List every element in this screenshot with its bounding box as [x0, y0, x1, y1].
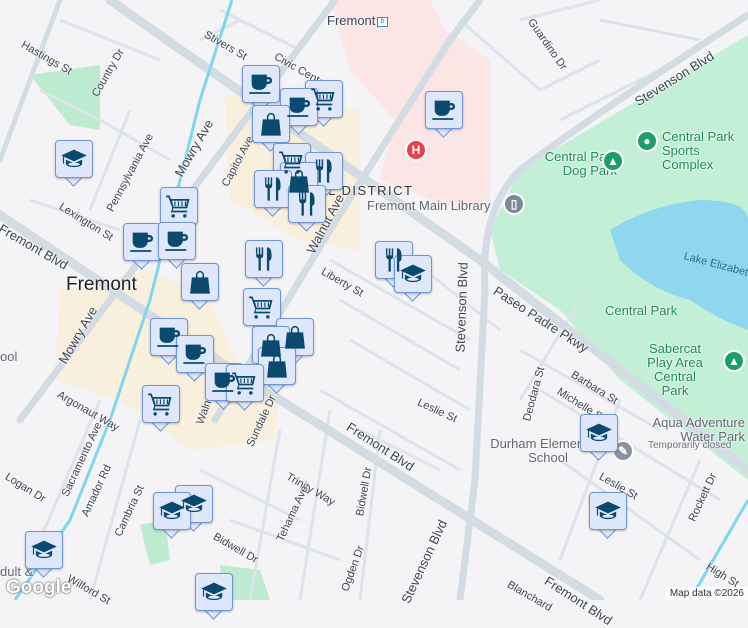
coffee-cup-icon — [247, 70, 275, 98]
map-attribution[interactable]: Map data ©2026 — [665, 587, 748, 600]
school-marker[interactable] — [153, 492, 191, 539]
coffee-cup-icon — [430, 96, 458, 124]
school-marker[interactable] — [580, 414, 618, 461]
aqua-status: Temporarily closed — [648, 440, 732, 451]
shopping-cart-icon — [147, 390, 175, 418]
city-label: Fremont — [66, 274, 137, 295]
cafe-marker[interactable] — [158, 222, 196, 269]
place-pin-icon[interactable]: ● — [636, 130, 658, 152]
restaurant-marker[interactable] — [288, 185, 326, 232]
shopping-bag-icon — [186, 268, 214, 296]
cafe-marker[interactable] — [123, 223, 161, 270]
train-station-icon[interactable]: b — [377, 17, 388, 27]
school-marker[interactable] — [55, 140, 93, 187]
shopping-cart-icon — [310, 85, 338, 113]
tree-icon[interactable]: ▲ — [723, 350, 745, 372]
shopping-bag-icon — [263, 352, 291, 380]
school-marker[interactable] — [195, 573, 233, 620]
coffee-cup-icon — [128, 228, 156, 256]
street-label: Stevenson Blvd — [452, 261, 471, 353]
grocery-marker[interactable] — [226, 364, 264, 411]
map-canvas[interactable] — [0, 0, 748, 600]
graduation-cap-icon — [399, 260, 427, 288]
cafe-marker[interactable] — [425, 91, 463, 138]
shopping-cart-icon — [231, 369, 259, 397]
coffee-cup-icon — [181, 340, 209, 368]
coffee-cup-icon — [163, 227, 191, 255]
school-label-partial: ool — [0, 349, 18, 364]
shopping-cart-icon — [165, 192, 193, 220]
station-label[interactable]: Fremont — [327, 14, 375, 28]
hospital-icon[interactable]: H — [405, 139, 427, 161]
shopping-cart-icon — [248, 293, 276, 321]
graduation-cap-icon — [60, 145, 88, 173]
library-label[interactable]: Fremont Main Library — [367, 199, 491, 213]
coffee-cup-icon — [285, 93, 313, 121]
restaurant-marker[interactable] — [245, 240, 283, 287]
school-marker[interactable] — [589, 492, 627, 539]
fork-knife-icon — [310, 157, 338, 185]
school-marker[interactable] — [394, 255, 432, 302]
school-marker[interactable] — [25, 531, 63, 578]
google-logo[interactable]: Google — [6, 577, 71, 599]
shopping-bag-icon — [281, 323, 309, 351]
sabercat-label[interactable]: Sabercat Play Area Central Park — [642, 342, 708, 398]
fork-knife-icon — [293, 190, 321, 218]
central-park-label[interactable]: Central Park — [605, 304, 677, 318]
tree-icon[interactable]: ▲ — [602, 150, 624, 172]
fork-knife-icon — [259, 175, 287, 203]
grocery-marker[interactable] — [142, 385, 180, 432]
library-icon[interactable]: ▯ — [503, 193, 525, 215]
graduation-cap-icon — [594, 497, 622, 525]
graduation-cap-icon — [30, 536, 58, 564]
graduation-cap-icon — [585, 419, 613, 447]
restaurant-marker[interactable] — [254, 170, 292, 217]
coffee-cup-icon — [155, 323, 183, 351]
shop-marker[interactable] — [181, 263, 219, 310]
graduation-cap-icon — [200, 578, 228, 606]
fork-knife-icon — [250, 245, 278, 273]
graduation-cap-icon — [158, 497, 186, 525]
shopping-bag-icon — [257, 110, 285, 138]
sports-complex-label[interactable]: Central Park Sports Complex — [662, 130, 748, 172]
